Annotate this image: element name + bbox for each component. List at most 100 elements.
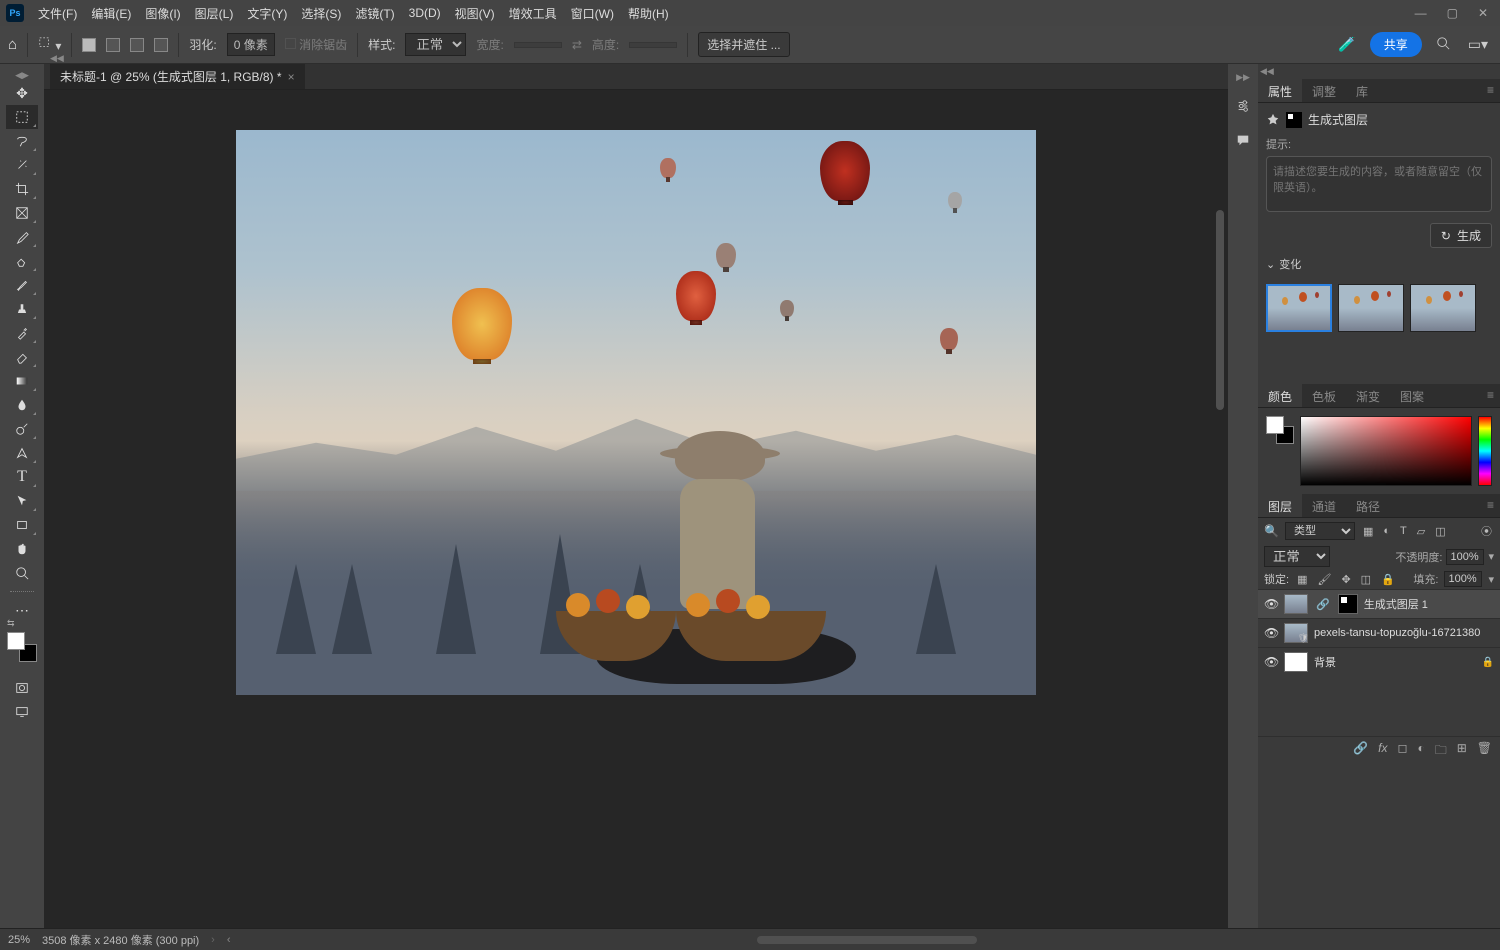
menu-layer[interactable]: 图层(L) xyxy=(195,5,234,22)
menu-filter[interactable]: 滤镜(T) xyxy=(355,5,394,22)
variation-thumb-3[interactable] xyxy=(1410,284,1476,332)
quickmask-icon[interactable] xyxy=(6,676,38,700)
tools-collapse-icon[interactable]: ◀▶ xyxy=(9,70,35,81)
fill-input[interactable]: 100% xyxy=(1444,571,1482,587)
layer-mask-thumb[interactable] xyxy=(1338,594,1358,614)
screenmode-icon[interactable] xyxy=(6,700,38,724)
beaker-icon[interactable]: 🧪 xyxy=(1334,36,1359,53)
status-chevron-icon[interactable]: › xyxy=(211,934,215,946)
adjustment-layer-icon[interactable]: ◐ xyxy=(1417,741,1424,762)
history-brush-tool[interactable] xyxy=(6,321,38,345)
color-swatch-pair[interactable] xyxy=(1266,416,1294,444)
variation-thumb-1[interactable] xyxy=(1266,284,1332,332)
panel-menu-icon[interactable]: ≡ xyxy=(1481,494,1500,517)
pen-tool[interactable] xyxy=(6,441,38,465)
foreground-swatch[interactable] xyxy=(7,632,25,650)
feather-input[interactable]: 0 像素 xyxy=(227,33,275,56)
tab-color[interactable]: 颜色 xyxy=(1258,384,1302,407)
layer-name[interactable]: 生成式图层 1 xyxy=(1364,596,1494,612)
layer-row[interactable]: 👁 背景 🔒 xyxy=(1258,647,1500,676)
menu-type[interactable]: 文字(Y) xyxy=(247,5,287,22)
lock-transparency-icon[interactable]: ▦ xyxy=(1295,573,1309,586)
healing-brush-tool[interactable] xyxy=(6,249,38,273)
document-tab-close[interactable]: × xyxy=(288,70,295,84)
tab-layers[interactable]: 图层 xyxy=(1258,494,1302,517)
panels-collapse-icon[interactable]: ◀◀ xyxy=(1258,64,1276,79)
tab-paths[interactable]: 路径 xyxy=(1346,494,1390,517)
vertical-scrollbar[interactable] xyxy=(1216,210,1224,410)
zoom-level[interactable]: 25% xyxy=(8,934,30,946)
eraser-tool[interactable] xyxy=(6,345,38,369)
mask-icon[interactable]: ◻ xyxy=(1397,741,1407,762)
style-select[interactable]: 正常 xyxy=(405,33,466,56)
selection-intersect-icon[interactable] xyxy=(154,38,168,52)
tool-preset-picker[interactable]: ▾ xyxy=(38,36,61,53)
layer-name[interactable]: 背景 xyxy=(1314,654,1476,670)
layer-filter-select[interactable]: 类型 xyxy=(1285,522,1355,540)
prompt-textarea[interactable] xyxy=(1266,156,1492,212)
tab-swatches[interactable]: 色板 xyxy=(1302,384,1346,407)
visibility-icon[interactable]: 👁 xyxy=(1264,655,1278,669)
eyedropper-tool[interactable] xyxy=(6,225,38,249)
visibility-icon[interactable]: 👁 xyxy=(1264,597,1278,611)
panel-menu-icon[interactable]: ≡ xyxy=(1481,79,1500,102)
lock-all-icon[interactable]: 🔒 xyxy=(1379,573,1397,586)
opacity-input[interactable]: 100% xyxy=(1446,549,1484,565)
tab-gradients[interactable]: 渐变 xyxy=(1346,384,1390,407)
marquee-tool[interactable] xyxy=(6,105,38,129)
fx-icon[interactable]: fx xyxy=(1378,741,1387,762)
magic-wand-tool[interactable] xyxy=(6,153,38,177)
menu-file[interactable]: 文件(F) xyxy=(38,5,77,22)
brush-tool[interactable] xyxy=(6,273,38,297)
menu-window[interactable]: 窗口(W) xyxy=(571,5,614,22)
status-nav-left-icon[interactable]: ‹ xyxy=(227,934,231,946)
strip-collapse-icon[interactable]: ▶▶ xyxy=(1230,72,1256,83)
filter-type-icon[interactable]: T xyxy=(1398,525,1409,537)
layer-name[interactable]: pexels-tansu-topuzoğlu-16721380 xyxy=(1314,627,1494,639)
menu-3d[interactable]: 3D(D) xyxy=(409,6,441,20)
layer-thumb[interactable] xyxy=(1284,594,1308,614)
visibility-icon[interactable]: 👁 xyxy=(1264,626,1278,640)
menu-edit[interactable]: 编辑(E) xyxy=(91,5,131,22)
window-close[interactable]: ✕ xyxy=(1472,4,1494,22)
variations-header[interactable]: ⌄变化 xyxy=(1266,256,1492,272)
lock-position-icon[interactable]: ✥ xyxy=(1339,573,1352,586)
canvas[interactable] xyxy=(236,130,1036,695)
horizontal-scrollbar[interactable] xyxy=(757,936,977,944)
lock-pixels-icon[interactable]: 🖌 xyxy=(1315,573,1333,586)
gradient-tool[interactable] xyxy=(6,369,38,393)
adjustments-icon[interactable] xyxy=(1236,99,1250,117)
variation-thumb-2[interactable] xyxy=(1338,284,1404,332)
select-and-mask-button[interactable]: 选择并遮住 ... xyxy=(698,32,789,57)
layer-thumb[interactable] xyxy=(1284,623,1308,643)
menu-view[interactable]: 视图(V) xyxy=(455,5,495,22)
clone-stamp-tool[interactable] xyxy=(6,297,38,321)
blend-mode-select[interactable]: 正常 xyxy=(1264,546,1330,567)
tab-properties[interactable]: 属性 xyxy=(1258,79,1302,102)
tab-libraries[interactable]: 库 xyxy=(1346,79,1378,102)
filter-smart-icon[interactable]: ◫ xyxy=(1433,525,1447,538)
hand-tool[interactable] xyxy=(6,537,38,561)
home-button[interactable]: ⌂ xyxy=(8,36,17,53)
generate-button[interactable]: ↻ 生成 xyxy=(1430,223,1492,248)
lasso-tool[interactable] xyxy=(6,129,38,153)
hue-slider[interactable] xyxy=(1478,416,1492,486)
window-maximize[interactable]: ▢ xyxy=(1441,4,1464,22)
selection-subtract-icon[interactable] xyxy=(130,38,144,52)
document-dims[interactable]: 3508 像素 x 2480 像素 (300 ppi) xyxy=(42,932,199,948)
search-icon[interactable] xyxy=(1432,36,1454,53)
canvas-collapse-icon[interactable]: ◀◀ xyxy=(44,53,70,64)
window-minimize[interactable]: — xyxy=(1409,4,1433,22)
layer-row[interactable]: 👁 🔗 生成式图层 1 xyxy=(1258,589,1500,618)
menu-select[interactable]: 选择(S) xyxy=(301,5,341,22)
selection-add-icon[interactable] xyxy=(106,38,120,52)
color-swatches[interactable]: ⇆ xyxy=(7,632,37,662)
filter-search-icon[interactable]: 🔍 xyxy=(1264,524,1279,538)
tab-patterns[interactable]: 图案 xyxy=(1390,384,1434,407)
dodge-tool[interactable] xyxy=(6,417,38,441)
layer-row[interactable]: 👁 pexels-tansu-topuzoğlu-16721380 xyxy=(1258,618,1500,647)
rectangle-tool[interactable] xyxy=(6,513,38,537)
move-tool[interactable]: ✥ xyxy=(6,81,38,105)
zoom-tool[interactable] xyxy=(6,561,38,585)
link-layers-icon[interactable]: 🔗 xyxy=(1353,741,1368,762)
